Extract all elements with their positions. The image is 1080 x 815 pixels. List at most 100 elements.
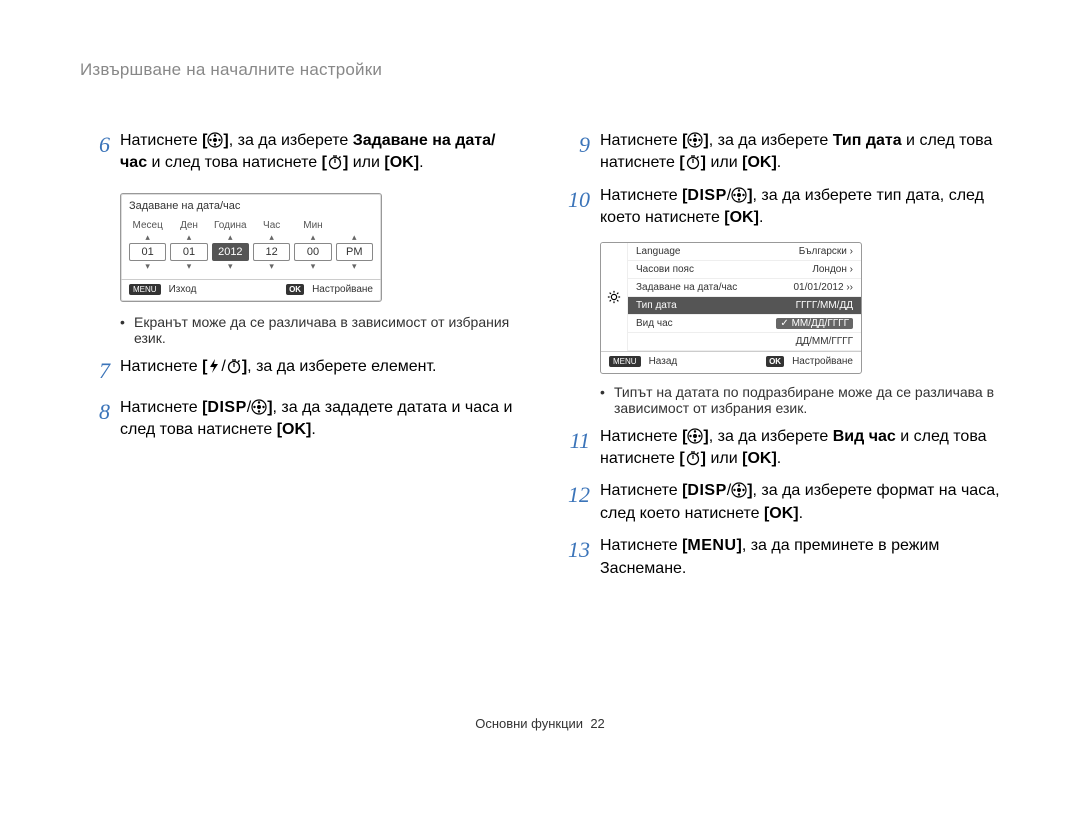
v: 12 [253,243,290,261]
k: Language [636,246,681,257]
v: ГГГГ/ММ/ДД [796,300,853,311]
v: PM [336,243,373,261]
right-column: 9 Натиснете [], за да изберете Тип дата … [560,120,1000,590]
step-6: 6 Натиснете [], за да изберете Задаване … [80,130,520,175]
gear-icon [607,290,621,304]
t: или [706,154,742,171]
lbl: Ден [170,220,207,231]
step-number: 9 [560,130,600,175]
gear-tab [601,243,628,351]
t: и след това натиснете [147,154,322,171]
settings-screen: LanguageБългарски › Часови поясЛондон › … [600,242,862,374]
ok-icon: OK [769,505,793,522]
step-text: Натиснете [DISP/], за да изберете тип да… [600,185,1000,230]
v: 01 [129,243,166,261]
flower-icon [731,482,747,498]
row-datetime[interactable]: Задаване на дата/час01/01/2012 ›› [628,279,861,297]
spin-min[interactable]: ▴00▾ [294,233,331,271]
k: Часови пояс [636,264,694,275]
lbl [336,220,373,231]
step-9: 9 Натиснете [], за да изберете Тип дата … [560,130,1000,175]
bold: Тип дата [833,132,902,149]
step-text: Натиснете [DISP/], за да зададете датата… [120,397,520,442]
ok-icon: OK [730,209,754,226]
t: , за да изберете елемент. [247,358,436,375]
t: . [777,450,781,467]
row-timetype[interactable]: Вид часММ/ДД/ГГГГ [628,315,861,333]
spin-ampm[interactable]: ▴PM▾ [336,233,373,271]
spinners: ▴01▾ ▴01▾ ▴2012▾ ▴12▾ ▴00▾ ▴PM▾ [121,233,381,279]
lbl: Месец [129,220,166,231]
v: 2012 [212,243,249,261]
disp-icon: DISP [687,482,726,499]
row-timezone[interactable]: Часови поясЛондон › [628,261,861,279]
footer-page: 22 [590,716,604,731]
step-number: 10 [560,185,600,230]
menu-icon: MENU [687,537,736,554]
disp-icon: DISP [687,187,726,204]
t: . [759,209,763,226]
k: Вид час [636,318,673,329]
step-number: 7 [80,356,120,387]
t: Натиснете [600,537,682,554]
step-number: 12 [560,480,600,525]
flower-icon [207,132,223,148]
page-header: Извършване на началните настройки [80,60,1000,80]
ok-icon: OK [747,154,771,171]
step-10: 10 Натиснете [DISP/], за да изберете тип… [560,185,1000,230]
k: Тип дата [636,300,677,311]
ok-icon: OK [282,421,306,438]
t: , за да изберете [709,428,833,445]
flower-icon [251,399,267,415]
menu-chip: MENU [129,284,161,295]
row-datetype[interactable]: Тип дата ГГГГ/ММ/ДД [628,297,861,315]
row-language[interactable]: Language Български › [628,243,861,261]
row-opt3[interactable]: ДД/ММ/ГГГГ [628,333,861,351]
note: • Типът на датата по подразбиране може д… [600,384,1000,416]
field-labels: Месец Ден Година Час Мин [121,214,381,233]
step-text: Натиснете [/], за да изберете елемент. [120,356,520,387]
note: • Екранът може да се различава в зависим… [120,314,520,346]
timer-icon [685,154,701,170]
step-number: 13 [560,535,600,580]
spin-month[interactable]: ▴01▾ [129,233,166,271]
disp-icon: DISP [207,399,246,416]
step-12: 12 Натиснете [DISP/], за да изберете фор… [560,480,1000,525]
t: Натиснете [600,187,682,204]
back-label: Назад [649,356,678,367]
t: или [348,154,384,171]
t: . [311,421,315,438]
step-8: 8 Натиснете [DISP/], за да зададете дата… [80,397,520,442]
t: , за да изберете [229,132,353,149]
t: . [799,505,803,522]
screen-title: Задаване на дата/час [121,194,381,214]
lbl: Мин [294,220,331,231]
v: Български › [799,246,853,257]
t: Натиснете [120,399,202,416]
step-13: 13 Натиснете [MENU], за да преминете в р… [560,535,1000,580]
flower-icon [687,428,703,444]
step-number: 6 [80,130,120,175]
spin-day[interactable]: ▴01▾ [170,233,207,271]
k: Задаване на дата/час [636,282,737,293]
screen-footer: MENU Назад OK Настройване [601,351,861,373]
lbl: Час [253,220,290,231]
step-text: Натиснете [], за да изберете Вид час и с… [600,426,1000,471]
spin-hour[interactable]: ▴12▾ [253,233,290,271]
datetime-screen: Задаване на дата/час Месец Ден Година Ча… [120,193,382,302]
t: . [419,154,423,171]
footer-section: Основни функции [475,716,583,731]
step-number: 8 [80,397,120,442]
set-label: Настройване [792,356,853,367]
step-11: 11 Натиснете [], за да изберете Вид час … [560,426,1000,471]
ok-icon: OK [390,154,414,171]
note-text: Екранът може да се различава в зависимос… [134,314,520,346]
two-columns: 6 Натиснете [], за да изберете Задаване … [80,120,1000,590]
flash-icon [207,358,221,374]
step-text: Натиснете [DISP/], за да изберете формат… [600,480,1000,525]
menu-chip: MENU [609,356,641,367]
note-text: Типът на датата по подразбиране може да … [614,384,1000,416]
v: 00 [294,243,331,261]
spin-year[interactable]: ▴2012▾ [212,233,249,271]
ok-chip: OK [286,284,304,295]
